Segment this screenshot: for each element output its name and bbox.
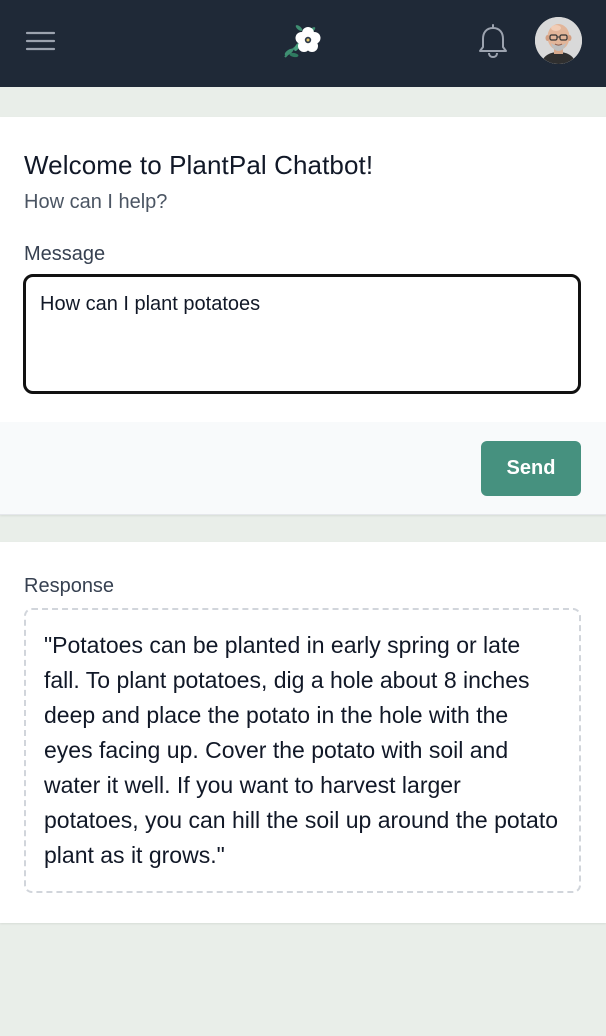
response-label: Response <box>24 575 115 597</box>
message-label: Message <box>24 243 106 265</box>
form-footer: Send <box>0 422 606 515</box>
flower-logo-icon[interactable] <box>279 20 325 60</box>
response-box: "Potatoes can be planted in early spring… <box>24 608 581 893</box>
page-spacer <box>0 87 606 117</box>
chat-form-card: Welcome to PlantPal Chatbot! How can I h… <box>0 117 606 515</box>
send-button[interactable]: Send <box>481 441 581 496</box>
page-title: Welcome to PlantPal Chatbot! <box>24 150 374 180</box>
page-subtitle: How can I help? <box>24 191 168 213</box>
top-navigation-bar <box>0 0 606 87</box>
user-avatar[interactable] <box>535 17 582 64</box>
hamburger-menu-icon[interactable] <box>24 28 58 56</box>
notification-bell-icon[interactable] <box>476 22 510 60</box>
response-text: "Potatoes can be planted in early spring… <box>44 632 559 868</box>
message-input[interactable]: How can I plant potatoes <box>23 274 581 394</box>
response-card: Response "Potatoes can be planted in ear… <box>0 542 606 923</box>
